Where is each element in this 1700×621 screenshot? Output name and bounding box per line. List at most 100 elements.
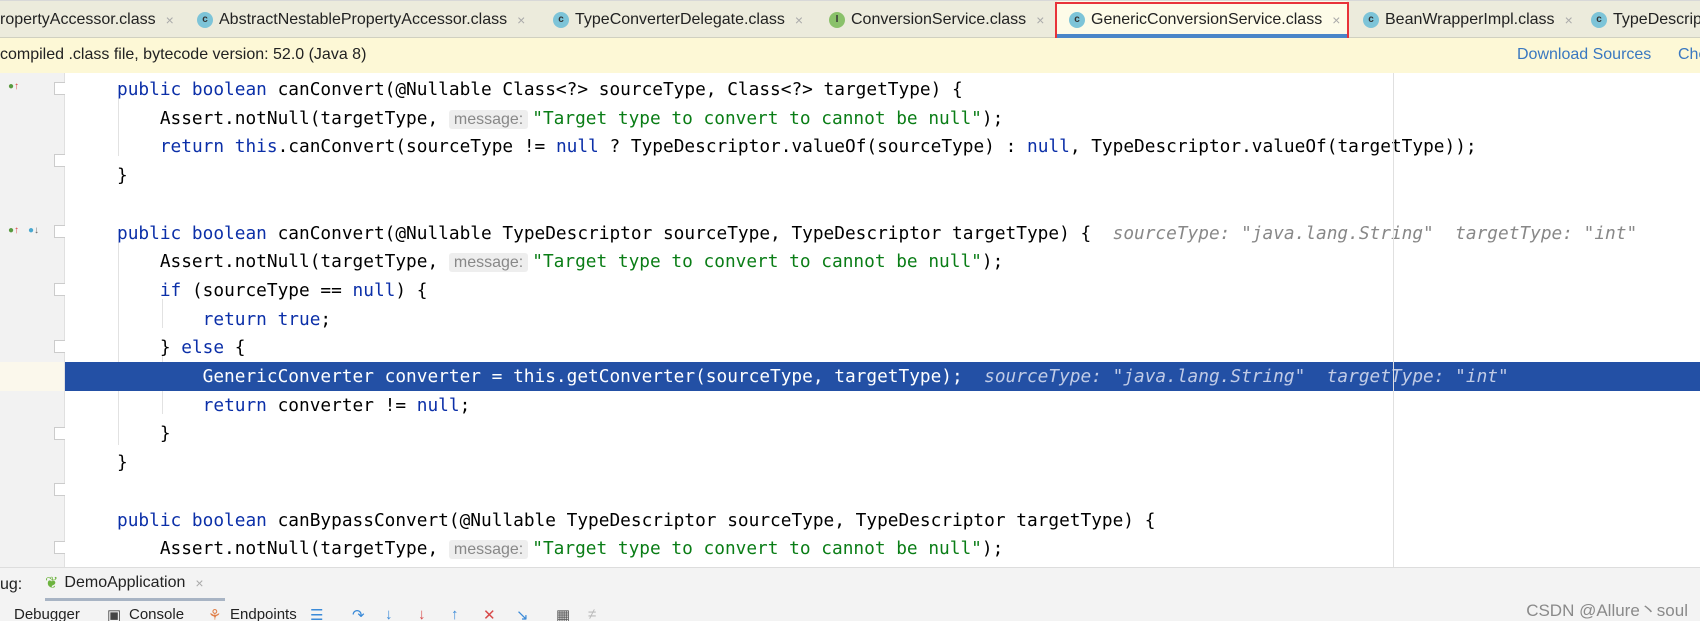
class-icon: c: [553, 11, 569, 28]
editor-gutter: ●↑ ●↑ ●↓: [0, 73, 67, 567]
code-line[interactable]: return converter != null;: [65, 391, 1700, 420]
show-execution-point-icon[interactable]: ↷: [352, 606, 365, 621]
tab-label: BeanWrapperImpl.class: [1385, 10, 1555, 28]
inline-debug-value: sourceType: "java.lang.String" targetTyp…: [1112, 222, 1638, 244]
debug-toolbar: Debugger ▣ Console ⚘ Endpoints ☰ ↷ ↓ ↓ ↑…: [0, 602, 1700, 621]
current-execution-line[interactable]: GenericConverter converter = this.getCon…: [65, 362, 1700, 391]
layout-icon[interactable]: ☰: [310, 606, 323, 621]
close-icon[interactable]: ×: [517, 12, 525, 28]
code-line[interactable]: Assert.notNull(targetType, message: "Targ…: [65, 104, 1700, 133]
code-line[interactable]: [65, 190, 1700, 219]
tab-abstractnestablepropertyaccessor[interactable]: c AbstractNestablePropertyAccessor.class ×: [197, 1, 525, 38]
run-to-cursor-icon[interactable]: ↘: [516, 606, 529, 621]
tab-label: TypeDescrip: [1613, 10, 1700, 28]
keyword: public boolean: [117, 509, 278, 531]
keyword: public boolean: [117, 222, 278, 244]
close-icon[interactable]: ×: [195, 575, 203, 591]
class-icon: c: [1591, 11, 1607, 28]
code-token: ) {: [395, 279, 428, 301]
code-token: Assert.notNull(targetType,: [117, 538, 449, 560]
tab-typeconverterdelegate[interactable]: c TypeConverterDelegate.class ×: [553, 1, 803, 38]
overridden-method-icon[interactable]: ●↓: [28, 225, 39, 236]
keyword: return this: [159, 136, 278, 158]
step-into-icon[interactable]: ↓: [418, 606, 426, 621]
download-sources-link[interactable]: Download Sources: [1517, 46, 1651, 64]
code-line[interactable]: return true;: [65, 305, 1700, 334]
close-icon[interactable]: ×: [1565, 12, 1573, 28]
trace-icon[interactable]: ≠: [588, 606, 596, 621]
tab-conversionservice[interactable]: I ConversionService.class ×: [829, 1, 1044, 38]
parameter-hint: message:: [448, 109, 529, 129]
keyword: if: [159, 279, 182, 301]
step-out-icon[interactable]: ↑: [451, 606, 459, 621]
parameter-hint: message:: [448, 253, 529, 273]
keyword: null: [1026, 136, 1070, 158]
tab-typedescrip[interactable]: c TypeDescrip: [1591, 1, 1700, 38]
tab-ropertyaccessor[interactable]: ropertyAccessor.class ×: [0, 1, 174, 38]
debugger-tab[interactable]: Debugger: [14, 606, 80, 621]
code-token: canConvert(@Nullable TypeDescriptor sour…: [277, 222, 1113, 244]
evaluate-expression-icon[interactable]: ▦: [556, 606, 570, 621]
debug-session-tab[interactable]: ❦ DemoApplication ×: [45, 568, 225, 601]
code-token: ;: [459, 394, 471, 416]
keyword: null: [555, 136, 599, 158]
spring-boot-icon: ❦: [45, 575, 59, 592]
code-token: Assert.notNull(targetType,: [117, 107, 449, 129]
code-line[interactable]: }: [65, 419, 1700, 448]
code-token: canBypassConvert(@Nullable TypeDescripto…: [277, 509, 1156, 531]
inline-debug-value: sourceType: "java.lang.String" targetTyp…: [984, 366, 1509, 387]
implements-method-icon[interactable]: ●↑: [8, 81, 19, 92]
editor-tab-bar: ropertyAccessor.class × c AbstractNestableP…: [0, 0, 1700, 38]
code-line[interactable]: Assert.notNull(targetType, message: "Targ…: [65, 534, 1700, 563]
close-icon[interactable]: ×: [1036, 12, 1044, 28]
console-icon: ▣: [107, 607, 122, 621]
drop-frame-icon[interactable]: ✕: [483, 606, 496, 621]
tab-label: ropertyAccessor.class: [0, 10, 156, 28]
implements-method-icon[interactable]: ●↑: [8, 225, 19, 236]
code-line[interactable]: }: [65, 161, 1700, 190]
code-line[interactable]: } else {: [65, 333, 1700, 362]
code-token: (sourceType ==: [181, 279, 353, 301]
code-line[interactable]: [65, 477, 1700, 506]
code-line[interactable]: if (sourceType == null) {: [65, 276, 1700, 305]
step-over-icon[interactable]: ↓: [385, 606, 393, 621]
code-token: }: [117, 423, 171, 445]
code-token: .getConverter(sourceType, targetType);: [555, 366, 985, 387]
tab-label: TypeConverterDelegate.class: [575, 10, 785, 28]
current-line-gutter: [0, 362, 64, 391]
close-icon[interactable]: ×: [166, 12, 174, 28]
endpoints-tab[interactable]: Endpoints: [230, 606, 297, 621]
code-token: ? TypeDescriptor.valueOf(sourceType) :: [598, 136, 1027, 158]
debug-tool-window-header: ug: ❦ DemoApplication ×: [0, 567, 1700, 603]
close-icon[interactable]: ×: [795, 12, 803, 28]
console-tab[interactable]: Console: [129, 606, 184, 621]
code-token: , TypeDescriptor.valueOf(targetType));: [1069, 136, 1477, 158]
code-line[interactable]: public boolean canConvert(@Nullable Type…: [65, 219, 1700, 248]
debug-session-label: DemoApplication: [64, 574, 186, 591]
code-line[interactable]: public boolean canBypassConvert(@Nullabl…: [65, 506, 1700, 535]
code-editor[interactable]: public boolean canConvert(@Nullable Clas…: [65, 73, 1700, 567]
tab-label: ConversionService.class: [851, 10, 1027, 28]
keyword: public boolean: [117, 79, 278, 100]
code-token: );: [981, 538, 1004, 560]
code-token: }: [117, 452, 128, 474]
code-line[interactable]: public boolean canConvert(@Nullable Clas…: [65, 75, 1700, 104]
tab-beanwrapperimpl[interactable]: c BeanWrapperImpl.class ×: [1363, 1, 1573, 38]
parameter-hint: message:: [448, 540, 529, 560]
code-token: {: [224, 337, 246, 359]
choose-sources-link[interactable]: Che: [1678, 46, 1700, 64]
debug-label: ug:: [0, 576, 23, 593]
code-line[interactable]: }: [65, 448, 1700, 477]
tab-label: AbstractNestablePropertyAccessor.class: [219, 10, 508, 28]
code-token: Assert.notNull(targetType,: [117, 251, 449, 273]
code-token: .canConvert(sourceType !=: [277, 136, 556, 158]
decompiled-banner: compiled .class file, bytecode version: …: [0, 38, 1700, 74]
code-line[interactable]: return this.canConvert(sourceType != nul…: [65, 132, 1700, 161]
class-icon: c: [1363, 11, 1379, 28]
code-token: );: [981, 251, 1004, 273]
code-line[interactable]: Assert.notNull(targetType, message: "Targ…: [65, 247, 1700, 276]
code-token: );: [981, 107, 1004, 129]
code-token: ;: [320, 308, 332, 330]
code-token: }: [117, 165, 128, 187]
